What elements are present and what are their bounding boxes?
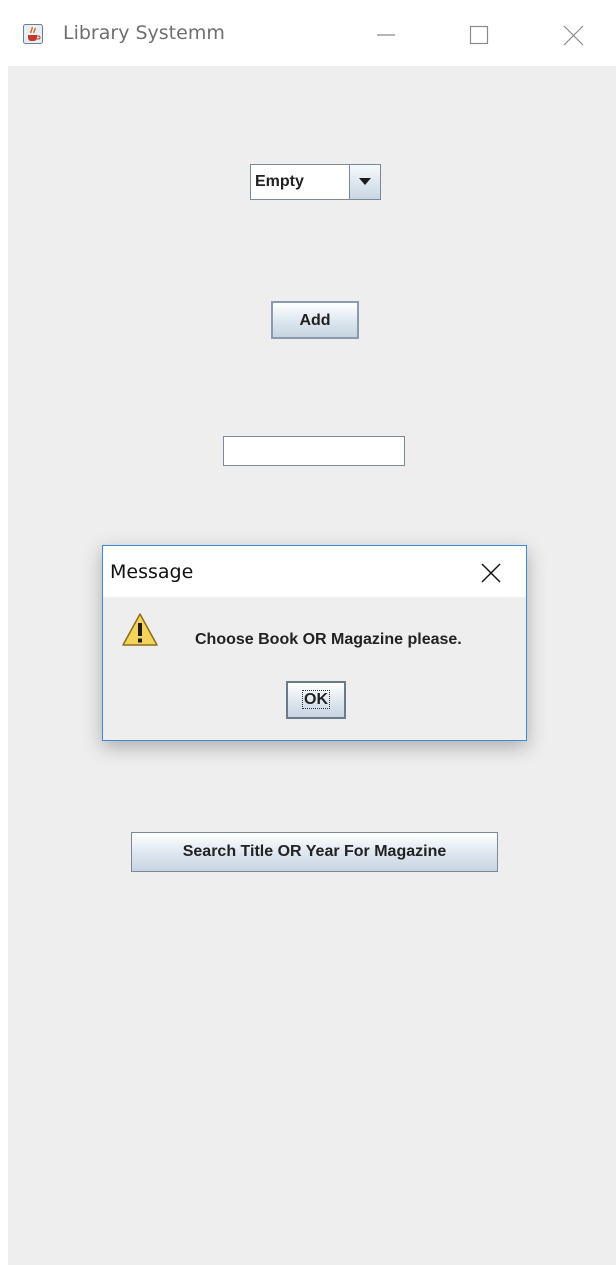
dialog-close-icon[interactable] <box>474 556 508 590</box>
ok-button[interactable]: OK <box>286 681 346 719</box>
type-combo-box[interactable]: Empty <box>250 164 381 200</box>
close-icon <box>563 25 584 46</box>
window-title: Library Systemm <box>63 22 225 44</box>
close-button[interactable] <box>546 0 606 66</box>
message-dialog: Message Choose Book OR Magazine please. … <box>102 545 527 741</box>
warning-icon <box>122 613 158 646</box>
dialog-title: Message <box>110 561 194 583</box>
search-input[interactable] <box>223 436 405 466</box>
window-titlebar: Library Systemm <box>0 0 616 66</box>
combo-dropdown-button[interactable] <box>349 165 380 199</box>
maximize-button[interactable] <box>450 0 510 66</box>
ok-label: OK <box>302 690 330 709</box>
dialog-message: Choose Book OR Magazine please. <box>195 631 462 648</box>
combo-selected-value: Empty <box>255 173 304 190</box>
dialog-titlebar: Message <box>103 546 526 597</box>
search-title-year-button[interactable]: Search Title OR Year For Magazine <box>131 832 498 872</box>
minimize-icon <box>377 34 395 36</box>
chevron-down-icon <box>359 178 371 185</box>
minimize-button[interactable] <box>356 0 416 66</box>
java-cup-icon <box>23 24 43 44</box>
maximize-icon <box>469 25 489 45</box>
add-button[interactable]: Add <box>271 301 359 339</box>
